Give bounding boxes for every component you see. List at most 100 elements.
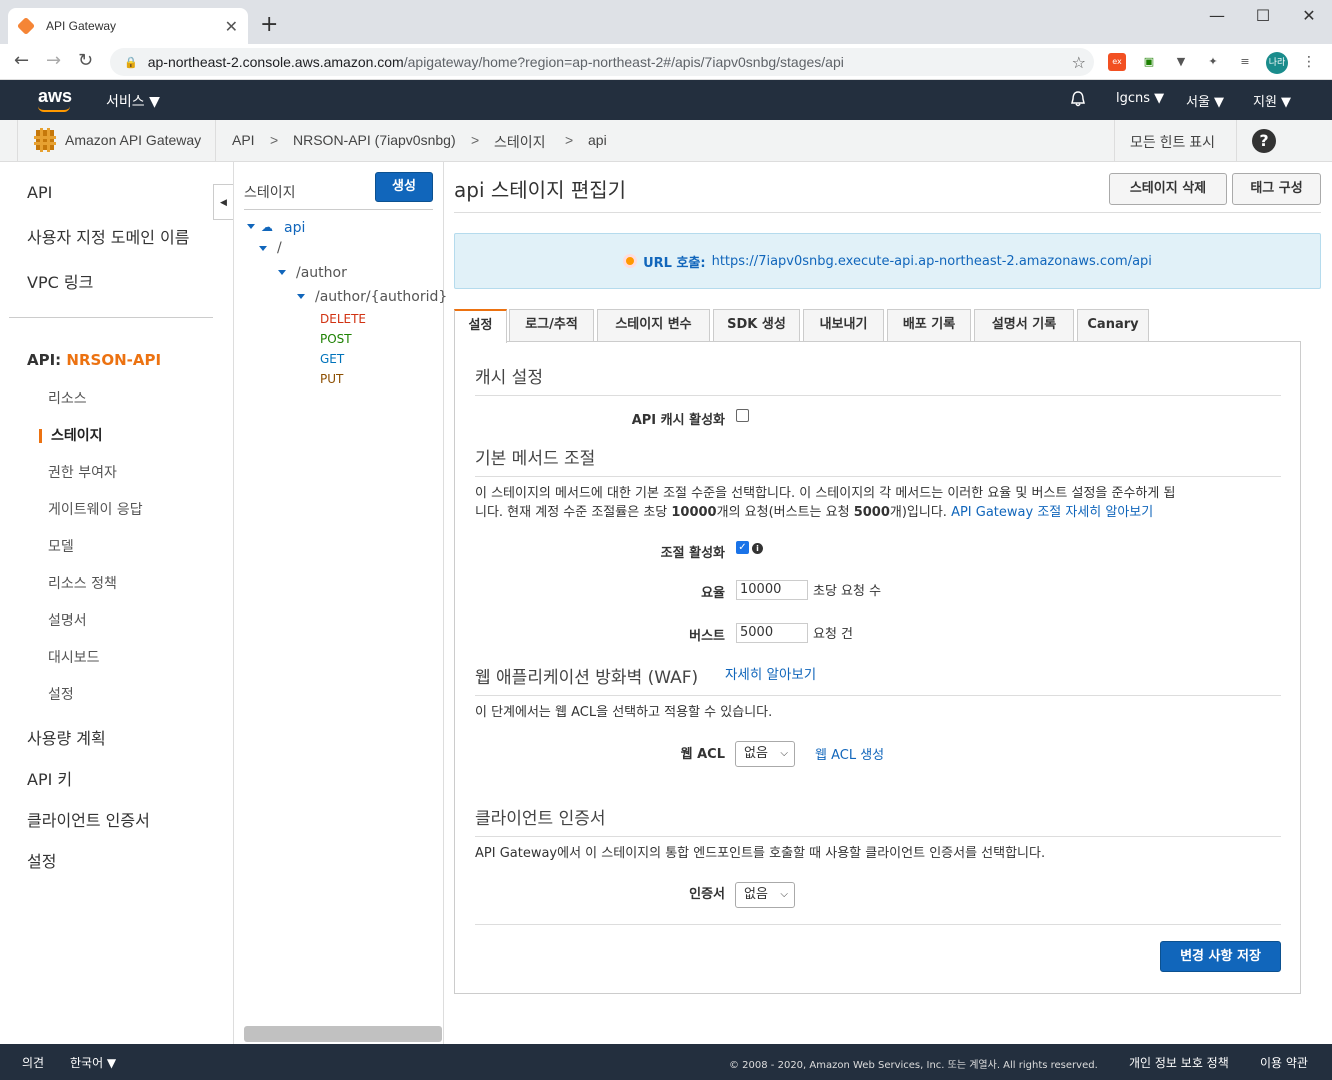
url-input[interactable]: 🔒 ap-northeast-2.console.aws.amazon.com/… <box>110 48 1094 76</box>
web-acl-select[interactable]: 없음 ⌵ <box>735 741 795 767</box>
cache-enable-label: API 캐시 활성화 <box>631 413 725 428</box>
sidebar-item-resources[interactable]: 리소스 <box>48 388 87 408</box>
feedback-link[interactable]: 의견 <box>22 1054 44 1071</box>
sidebar-item-resource-policy[interactable]: 리소스 정책 <box>48 573 117 593</box>
rate-label: 요율 <box>701 586 725 601</box>
help-icon[interactable]: ? <box>1252 129 1276 153</box>
sidebar-api-name[interactable]: NRSON-API <box>66 351 161 369</box>
url-host: ap-northeast-2.console.aws.amazon.com <box>147 54 404 70</box>
tree-method-get[interactable]: GET <box>320 352 344 366</box>
rate-input[interactable]: 10000 <box>736 580 808 600</box>
sidebar-item-documentation[interactable]: 설명서 <box>48 610 87 630</box>
sidebar-item-api-keys[interactable]: API 키 <box>27 766 72 790</box>
create-stage-button[interactable]: 생성 <box>375 172 433 202</box>
throttle-enable-label: 조절 활성화 <box>660 546 725 561</box>
extension-icon[interactable]: ▼ <box>1172 53 1190 71</box>
services-menu[interactable]: 서비스 ▼ <box>106 91 160 111</box>
configure-tags-button[interactable]: 태그 구성 <box>1232 173 1321 205</box>
throttle-description: 이 스테이지의 메서드에 대한 기본 조절 수준을 선택합니다. 이 스테이지의… <box>475 486 1176 520</box>
tab-stage-variables[interactable]: 스테이지 변수 <box>597 309 710 342</box>
bookmark-star-icon[interactable]: ☆ <box>1072 53 1086 72</box>
bell-icon[interactable] <box>1069 90 1087 108</box>
tab-sdk[interactable]: SDK 생성 <box>713 309 800 342</box>
media-icon[interactable]: ≡ <box>1236 53 1254 71</box>
api-gateway-favicon-icon <box>16 16 36 36</box>
tree-resource-author-id[interactable]: /author/{authorid} <box>315 289 447 305</box>
minimize-icon[interactable]: — <box>1194 6 1240 25</box>
invoke-url-link[interactable]: https://7iapv0snbg.execute-api.ap-northe… <box>712 254 1152 269</box>
sidebar-item-authorizers[interactable]: 권한 부여자 <box>48 462 117 482</box>
tab-export[interactable]: 내보내기 <box>803 309 884 342</box>
support-menu[interactable]: 지원 ▼ <box>1253 91 1291 110</box>
privacy-link[interactable]: 개인 정보 보호 정책 <box>1129 1054 1229 1071</box>
waf-learn-more-link[interactable]: 자세히 알아보기 <box>725 666 816 685</box>
language-select[interactable]: 한국어 ▼ <box>70 1054 116 1071</box>
collapse-panel-icon[interactable]: ◀ <box>213 184 233 220</box>
forward-icon[interactable]: → <box>46 50 61 71</box>
extension-icon[interactable]: ex <box>1108 53 1126 71</box>
left-sidebar: API 사용자 지정 도메인 이름 VPC 링크 API: NRSON-API … <box>0 162 234 1044</box>
account-menu[interactable]: lgcns ▼ <box>1116 91 1164 106</box>
profile-avatar[interactable]: 나라 <box>1266 52 1288 74</box>
extension-icon[interactable]: ▣ <box>1140 53 1158 71</box>
save-changes-button[interactable]: 변경 사항 저장 <box>1160 941 1281 972</box>
sidebar-item-stages[interactable]: 스테이지 <box>51 425 103 445</box>
certificate-select[interactable]: 없음 ⌵ <box>735 882 795 908</box>
tab-deployment-history[interactable]: 배포 기록 <box>887 309 971 342</box>
sidebar-item-api[interactable]: API <box>27 183 52 202</box>
expand-caret-icon[interactable] <box>297 294 305 299</box>
tree-resource-author[interactable]: /author <box>296 265 347 281</box>
browser-tab[interactable]: API Gateway ✕ <box>8 8 248 44</box>
expand-caret-icon[interactable] <box>278 270 286 275</box>
sidebar-item-gateway-responses[interactable]: 게이트웨이 응답 <box>48 499 143 519</box>
breadcrumb-api-name[interactable]: NRSON-API (7iapv0snbg) <box>293 132 456 148</box>
throttle-learn-more-link[interactable]: API Gateway 조절 자세히 알아보기 <box>951 505 1153 520</box>
web-acl-label: 웹 ACL <box>680 747 725 762</box>
breadcrumb-api[interactable]: API <box>232 132 255 148</box>
sidebar-item-models[interactable]: 모델 <box>48 536 74 556</box>
tree-stage-api[interactable]: api <box>284 220 305 236</box>
expand-caret-icon[interactable] <box>247 224 255 229</box>
tree-method-post[interactable]: POST <box>320 332 352 346</box>
service-name[interactable]: Amazon API Gateway <box>65 132 201 148</box>
menu-icon[interactable]: ⋮ <box>1300 53 1318 71</box>
throttle-enable-checkbox[interactable]: ✓ <box>736 541 749 554</box>
tree-method-put[interactable]: PUT <box>320 372 343 386</box>
tab-documentation-history[interactable]: 설명서 기록 <box>974 309 1074 342</box>
sidebar-item-usage-plans[interactable]: 사용량 계획 <box>27 725 106 749</box>
horizontal-scrollbar[interactable] <box>244 1026 442 1042</box>
maximize-icon[interactable]: ☐ <box>1240 6 1286 25</box>
show-hints-button[interactable]: 모든 힌트 표시 <box>1130 132 1215 152</box>
tab-settings[interactable]: 설정 <box>454 309 507 343</box>
delete-stage-button[interactable]: 스테이지 삭제 <box>1109 173 1227 205</box>
sidebar-item-api-settings[interactable]: 설정 <box>48 684 74 704</box>
info-icon[interactable]: i <box>752 543 763 554</box>
tab-logs[interactable]: 로그/추적 <box>509 309 594 342</box>
close-tab-icon[interactable]: ✕ <box>225 17 238 36</box>
certificate-label: 인증서 <box>689 887 725 902</box>
back-icon[interactable]: ← <box>14 50 29 71</box>
sidebar-item-custom-domain[interactable]: 사용자 지정 도메인 이름 <box>27 224 189 248</box>
copyright-text: © 2008 - 2020, Amazon Web Services, Inc.… <box>729 1060 1098 1071</box>
breadcrumb-stages[interactable]: 스테이지 <box>494 132 546 152</box>
region-menu[interactable]: 서울 ▼ <box>1186 91 1224 110</box>
cache-enable-checkbox[interactable] <box>736 409 749 422</box>
tab-canary[interactable]: Canary <box>1077 309 1149 342</box>
window-close-icon[interactable]: ✕ <box>1286 6 1332 25</box>
sidebar-item-settings[interactable]: 설정 <box>27 848 56 872</box>
expand-caret-icon[interactable] <box>259 246 267 251</box>
tree-method-delete[interactable]: DELETE <box>320 312 366 326</box>
browser-tab-bar: API Gateway ✕ + — ☐ ✕ <box>0 0 1332 44</box>
puzzle-icon[interactable]: ✦ <box>1204 53 1222 71</box>
aws-logo[interactable]: aws <box>38 86 72 112</box>
waf-heading: 웹 애플리케이션 방화벽 (WAF) <box>475 668 699 688</box>
reload-icon[interactable]: ↻ <box>78 50 93 71</box>
sidebar-item-dashboard[interactable]: 대시보드 <box>48 647 100 667</box>
tree-resource-root[interactable]: / <box>277 240 282 256</box>
sidebar-item-vpc-link[interactable]: VPC 링크 <box>27 269 93 293</box>
new-tab-icon[interactable]: + <box>260 12 278 37</box>
create-web-acl-link[interactable]: 웹 ACL 생성 <box>815 746 884 765</box>
burst-input[interactable]: 5000 <box>736 623 808 643</box>
terms-link[interactable]: 이용 약관 <box>1260 1054 1308 1071</box>
sidebar-item-client-certificates[interactable]: 클라이언트 인증서 <box>27 807 150 831</box>
